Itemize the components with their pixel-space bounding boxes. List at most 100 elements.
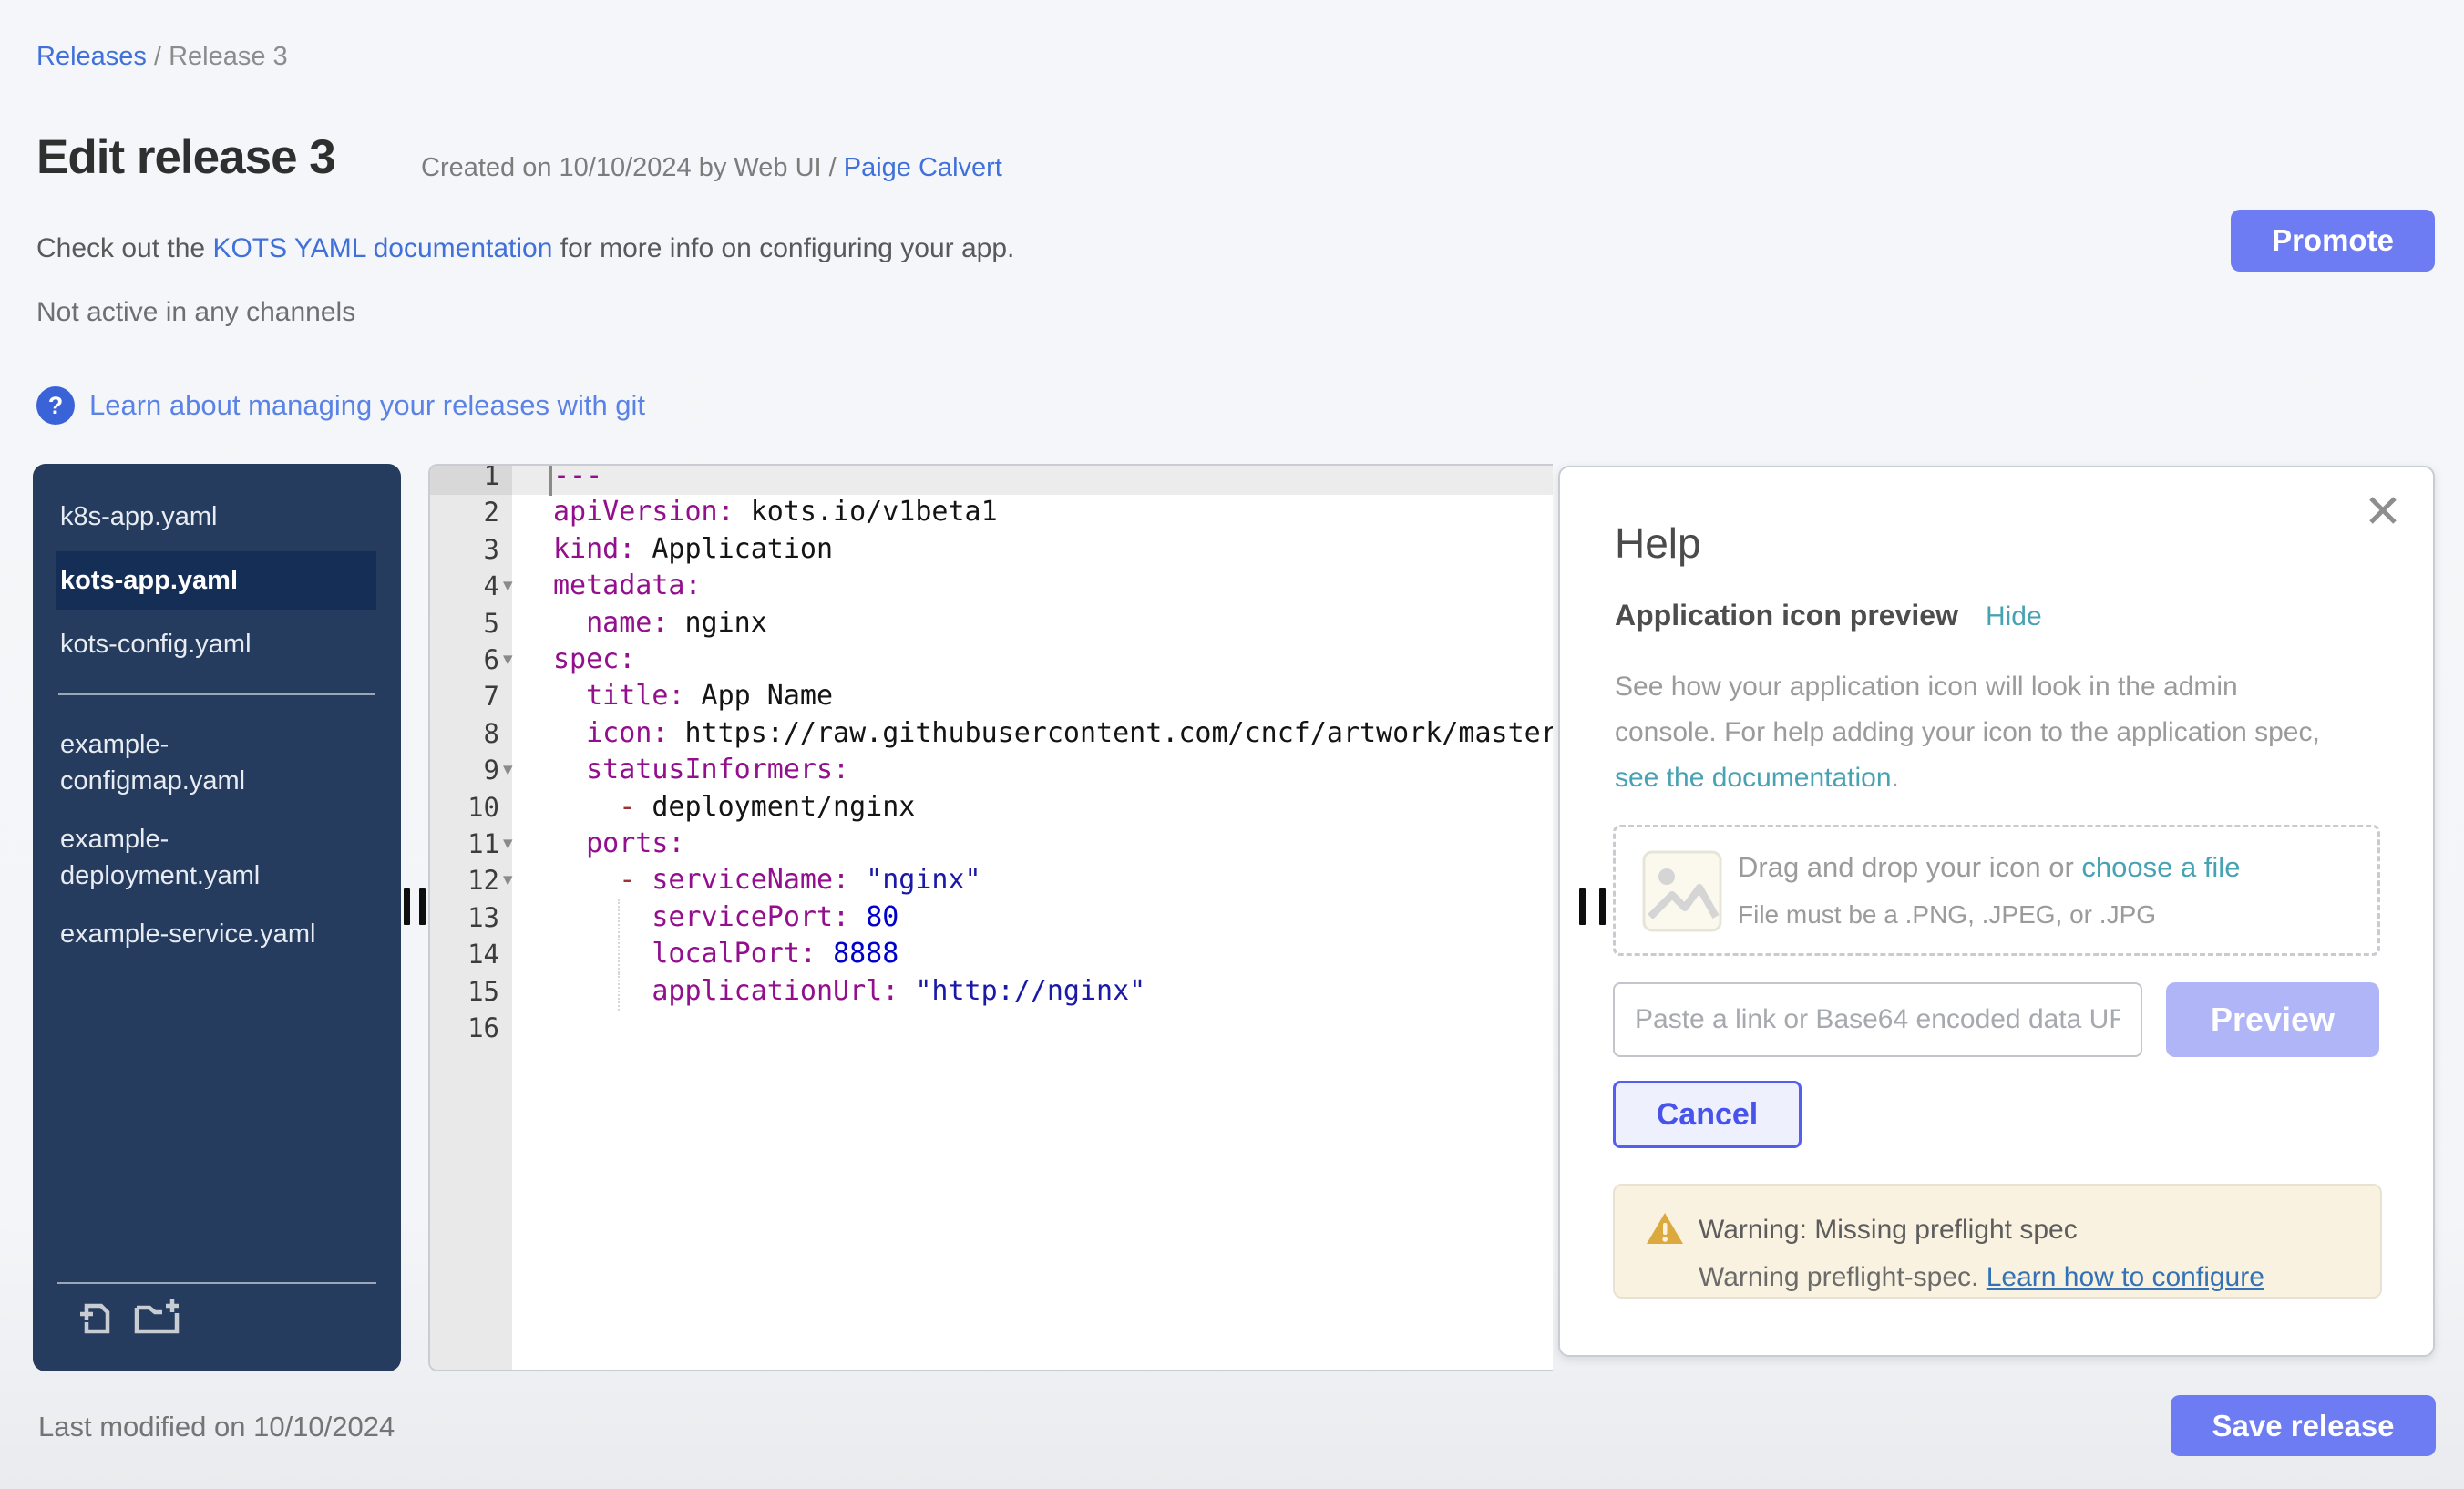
code-text: metadata:	[553, 568, 702, 604]
save-release-button[interactable]: Save release	[2171, 1395, 2436, 1456]
warning-detail: Warning preflight-spec. Learn how to con…	[1699, 1262, 2264, 1293]
editor-line[interactable]: 13 servicePort: 80	[430, 899, 1553, 937]
sidebar-file-item[interactable]: example-deployment.yaml	[33, 810, 401, 905]
new-folder-icon[interactable]	[133, 1297, 180, 1339]
warning-triangle-icon	[1646, 1211, 1684, 1246]
created-text: Created on 10/10/2024 by Web UI /	[421, 153, 844, 182]
sidebar-resize-handle[interactable]	[419, 888, 426, 925]
help-description-line1: See how your application icon will look …	[1615, 664, 2238, 710]
help-title: Help	[1615, 519, 1701, 568]
breadcrumb: Releases / Release 3	[36, 42, 288, 72]
breadcrumb-releases-link[interactable]: Releases	[36, 42, 147, 71]
help-resize-handle[interactable]	[1579, 888, 1586, 925]
channel-status: Not active in any channels	[36, 297, 355, 328]
editor-line[interactable]: 10 - deployment/nginx	[430, 789, 1553, 827]
fold-arrow-icon[interactable]: ▾	[503, 642, 513, 678]
created-by-link[interactable]: Paige Calvert	[844, 153, 1002, 182]
editor-rows: 1 --- 2 apiVersion: kots.io/v1beta13kind: A…	[430, 466, 1553, 1370]
code-text: servicePort: 80	[553, 899, 898, 936]
sidebar-file-item[interactable]: kots-config.yaml	[33, 615, 401, 673]
choose-file-link[interactable]: choose a file	[2081, 851, 2240, 883]
editor-line[interactable]: 5 name: nginx	[430, 605, 1553, 642]
code-text: kind: Application	[553, 531, 833, 568]
editor-line[interactable]: 8 icon: https://raw.githubusercontent.co…	[430, 715, 1553, 753]
editor-line[interactable]: 2 apiVersion: kots.io/v1beta1	[430, 494, 1553, 531]
dropzone-text: Drag and drop your icon or choose a file	[1738, 851, 2240, 884]
preflight-warning: Warning: Missing preflight spec Warning …	[1613, 1184, 2382, 1299]
configure-preflight-link[interactable]: Learn how to configure	[1987, 1262, 2264, 1292]
sidebar-file-item[interactable]: example-configmap.yaml	[33, 715, 401, 810]
created-info: Created on 10/10/2024 by Web UI / Paige …	[421, 153, 1002, 183]
doc-line-suffix: for more info on configuring your app.	[552, 233, 1014, 263]
line-number: 16	[430, 1010, 499, 1047]
page-title: Edit release 3	[36, 129, 335, 185]
promote-button[interactable]: Promote	[2231, 210, 2435, 272]
fold-arrow-icon[interactable]: ▾	[503, 826, 513, 862]
sidebar-file-item[interactable]: k8s-app.yaml	[33, 488, 401, 546]
editor-line[interactable]: 9▾ statusInformers:	[430, 752, 1553, 789]
line-number: 14	[430, 936, 499, 973]
new-file-icon[interactable]	[75, 1297, 117, 1339]
line-number: 2	[430, 494, 499, 531]
code-text: apiVersion: kots.io/v1beta1	[553, 494, 998, 530]
warning-title: Warning: Missing preflight spec	[1699, 1215, 2078, 1246]
editor-cursor	[549, 466, 552, 496]
see-documentation-link[interactable]: see the documentation	[1615, 763, 1892, 793]
fold-arrow-icon[interactable]: ▾	[503, 568, 513, 604]
editor-line[interactable]: 11▾ ports:	[430, 826, 1553, 863]
editor-line[interactable]: 6▾ spec:	[430, 642, 1553, 679]
fold-arrow-icon[interactable]: ▾	[503, 752, 513, 788]
edit-release-page: Releases / Release 3 Edit release 3 Crea…	[0, 0, 2464, 1489]
doc-line: Check out the KOTS YAML documentation fo…	[36, 233, 1014, 264]
sidebar-file-item[interactable]: example-service.yaml	[33, 905, 401, 963]
editor-line[interactable]: 14 localPort: 8888	[430, 936, 1553, 973]
cancel-button[interactable]: Cancel	[1613, 1081, 1802, 1148]
line-number: 7	[430, 678, 499, 715]
line-number: 1	[430, 464, 512, 495]
icon-dropzone[interactable]: Drag and drop your icon or choose a file…	[1613, 825, 2380, 956]
editor-line[interactable]: 3kind: Application	[430, 531, 1553, 569]
sidebar-actions	[75, 1297, 180, 1339]
code-text: spec:	[553, 642, 635, 678]
code-text: applicationUrl: "http://nginx"	[553, 973, 1145, 1010]
code-text: ---	[553, 464, 602, 494]
editor-line[interactable]: 15 applicationUrl: "http://nginx"	[430, 973, 1553, 1011]
file-sidebar: k8s-app.yamlkots-app.yamlkots-config.yam…	[33, 464, 401, 1371]
icon-preview-section-header: Application icon preview Hide	[1615, 599, 2042, 632]
section-title: Application icon preview	[1615, 599, 1958, 632]
sidebar-bottom-divider	[57, 1282, 376, 1284]
git-releases-link[interactable]: Learn about managing your releases with …	[89, 389, 645, 422]
editor-line[interactable]: 1 ---	[430, 464, 1553, 495]
line-number: 15	[430, 973, 499, 1011]
code-text: ports:	[553, 826, 685, 862]
breadcrumb-separator: /	[154, 42, 161, 71]
code-text: localPort: 8888	[553, 936, 898, 972]
doc-line-prefix: Check out the	[36, 233, 212, 263]
code-text: title: App Name	[553, 678, 833, 714]
help-resize-handle[interactable]	[1599, 888, 1606, 925]
help-description-line2: console. For help adding your icon to th…	[1615, 710, 2320, 755]
editor-line[interactable]: 12▾ - serviceName: "nginx"	[430, 862, 1553, 899]
line-number: 13	[430, 899, 499, 937]
close-icon[interactable]	[2365, 492, 2401, 529]
code-text: statusInformers:	[553, 752, 849, 788]
line-number: 11	[430, 826, 499, 863]
fold-arrow-icon[interactable]: ▾	[503, 862, 513, 899]
editor-line[interactable]: 16	[430, 1010, 1553, 1047]
sidebar-file-item[interactable]: kots-app.yaml	[56, 551, 376, 610]
sidebar-resize-handle[interactable]	[404, 888, 410, 925]
line-number: 10	[430, 789, 499, 827]
line-number: 12	[430, 862, 499, 899]
line-number: 6	[430, 642, 499, 679]
file-list: k8s-app.yamlkots-app.yamlkots-config.yam…	[33, 464, 401, 963]
kots-yaml-doc-link[interactable]: KOTS YAML documentation	[212, 233, 552, 263]
code-text: name: nginx	[553, 605, 767, 642]
hide-link[interactable]: Hide	[1986, 601, 2042, 632]
icon-url-input[interactable]	[1613, 982, 2142, 1057]
help-panel: Help Application icon preview Hide See h…	[1558, 466, 2435, 1357]
git-help-row: ? Learn about managing your releases wit…	[36, 386, 645, 425]
editor-line[interactable]: 7 title: App Name	[430, 678, 1553, 715]
yaml-editor[interactable]: 1 --- 2 apiVersion: kots.io/v1beta13kind: A…	[428, 464, 1553, 1371]
preview-button[interactable]: Preview	[2166, 982, 2379, 1057]
editor-line[interactable]: 4▾metadata:	[430, 568, 1553, 605]
